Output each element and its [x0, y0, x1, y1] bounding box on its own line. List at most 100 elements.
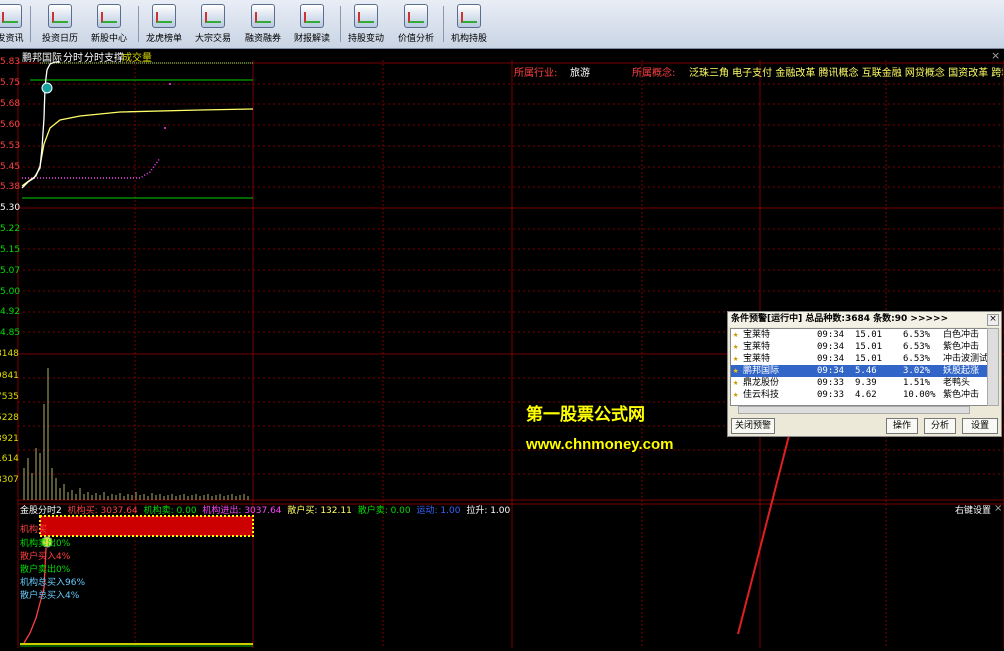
- alert-signal: 紫色冲击: [943, 342, 980, 352]
- toolbar-margin-button[interactable]: 融资融券: [241, 4, 285, 46]
- alert-time: 09:34: [817, 330, 845, 340]
- block-trade-icon: [201, 4, 225, 28]
- alert-vertical-scrollbar[interactable]: [987, 328, 999, 406]
- toolbar-holding-change-button[interactable]: 持股变动: [344, 4, 388, 46]
- industry-value: 旅游: [570, 68, 590, 79]
- toolbar-label: 新股中心: [90, 34, 127, 44]
- alert-signal: 老鸭头: [943, 378, 971, 388]
- alert-row-selected[interactable]: ★ 鹏邦国际 09:34 5.46 3.02% 妖股起涨: [731, 365, 989, 377]
- alert-time: 09:33: [817, 378, 845, 388]
- toolbar: 发资讯 投资日历 新股中心 龙虎榜单 大宗交易 融资融券 财报解读 持股变动 价…: [0, 0, 1004, 49]
- alert-horizontal-scrollbar[interactable]: [738, 406, 970, 414]
- volume-tick: 8148: [0, 349, 19, 359]
- alert-stock-name: 鹏邦国际: [743, 366, 780, 376]
- indicator-line: 散户总买入4%: [20, 591, 80, 601]
- star-icon: ★: [733, 354, 739, 364]
- report-icon: [300, 4, 324, 28]
- alert-signal: 妖股起涨: [943, 366, 980, 376]
- alert-signal: 紫色冲击: [943, 390, 980, 400]
- toolbar-label: 发资讯: [0, 34, 24, 44]
- alert-price: 15.01: [855, 342, 883, 352]
- indicator-close-icon[interactable]: ×: [994, 503, 1002, 514]
- analyze-button[interactable]: 分析: [924, 418, 956, 434]
- toolbar-label: 持股变动: [347, 34, 384, 44]
- alert-stock-name: 宝莱特: [743, 342, 771, 352]
- alert-close-icon[interactable]: ×: [987, 314, 999, 326]
- calendar-icon: [48, 4, 72, 28]
- indicator-title: 金股分时2: [20, 506, 62, 516]
- condition-alert-window[interactable]: 条件预警[运行中] 总品种数:3684 条数:90 >>>>> × ★ 宝莱特 …: [727, 311, 1002, 437]
- toolbar-block-trade-button[interactable]: 大宗交易: [191, 4, 235, 46]
- toolbar-label: 价值分析: [397, 34, 434, 44]
- toolbar-new-stock-button[interactable]: 新股中心: [86, 4, 132, 46]
- tab-intraday-support[interactable]: 分时支撑: [84, 49, 124, 64]
- alert-pct: 6.53%: [903, 330, 931, 340]
- toolbar-calendar-button[interactable]: 投资日历: [38, 4, 82, 46]
- stock-name: 鹏邦国际: [22, 53, 62, 64]
- indicator-line: 机构卖出0%: [20, 539, 71, 549]
- institution-icon: [457, 4, 481, 28]
- alert-price: 15.01: [855, 354, 883, 364]
- alert-time: 09:34: [817, 354, 845, 364]
- toolbar-label: 大宗交易: [194, 34, 231, 44]
- toolbar-separator: [138, 6, 139, 42]
- alert-row[interactable]: ★ 鼎龙股份 09:33 9.39 1.51% 老鸭头: [731, 377, 989, 389]
- volume-tick: 7535: [0, 392, 19, 402]
- toolbar-label: 机构持股: [450, 34, 487, 44]
- alert-stock-name: 佳云科技: [743, 390, 780, 400]
- news-icon: [0, 4, 22, 28]
- tab-intraday[interactable]: 分时: [63, 49, 83, 64]
- close-icon[interactable]: ×: [991, 49, 1000, 62]
- toolbar-report-button[interactable]: 财报解读: [290, 4, 334, 46]
- indicator-line: 机构买: [20, 525, 48, 535]
- toolbar-label: 融资融券: [244, 34, 281, 44]
- right-click-settings[interactable]: 右键设置: [955, 503, 991, 516]
- volume-tick: 8307: [0, 475, 19, 485]
- watermark-title: 第一股票公式网: [526, 405, 645, 424]
- toolbar-news-button[interactable]: 发资讯: [0, 4, 24, 46]
- alert-row[interactable]: ★ 宝莱特 09:34 15.01 6.53% 冲击波测试: [731, 353, 989, 365]
- alert-row[interactable]: ★ 宝莱特 09:34 15.01 6.53% 白色冲击: [731, 329, 989, 341]
- alert-pct: 3.02%: [903, 366, 931, 376]
- alert-pct: 1.51%: [903, 378, 931, 388]
- alert-row[interactable]: ★ 佳云科技 09:33 4.62 10.00% 紫色冲击: [731, 389, 989, 401]
- toolbar-label: 投资日历: [41, 34, 78, 44]
- alert-time: 09:34: [817, 366, 845, 376]
- alert-price: 4.62: [855, 390, 877, 400]
- inst-net-value: 机构进出: 3037.64: [202, 506, 282, 516]
- toolbar-dragon-tiger-button[interactable]: 龙虎榜单: [142, 4, 186, 46]
- average-price-line: [21, 108, 254, 187]
- volume-tick: 5228: [0, 413, 19, 423]
- industry-label: 所属行业:: [514, 68, 558, 79]
- retail-sell-value: 散户卖: 0.00: [357, 506, 411, 516]
- toolbar-label: 财报解读: [293, 34, 330, 44]
- toolbar-label: 龙虎榜单: [145, 34, 182, 44]
- volume-axis: 8148 9841 7535 5228 3921 1614 8307: [0, 48, 19, 508]
- price-marker-icon: [41, 82, 53, 94]
- star-icon: ★: [733, 378, 739, 388]
- toolbar-value-analysis-button[interactable]: 价值分析: [394, 4, 438, 46]
- alert-list[interactable]: ★ 宝莱特 09:34 15.01 6.53% 白色冲击 ★ 宝莱特 09:34…: [730, 328, 990, 406]
- star-icon: ★: [733, 330, 739, 340]
- alert-signal: 白色冲击: [943, 330, 980, 340]
- alert-title: 条件预警[运行中] 总品种数:3684 条数:90 >>>>>: [728, 312, 1001, 327]
- alert-stock-name: 鼎龙股份: [743, 378, 780, 388]
- toolbar-institution-button[interactable]: 机构持股: [447, 4, 491, 46]
- watermark-url: www.chnmoney.com: [526, 436, 674, 453]
- alert-row[interactable]: ★ 宝莱特 09:34 15.01 6.53% 紫色冲击: [731, 341, 989, 353]
- volume-label: 成交量: [122, 53, 152, 64]
- alert-stock-name: 宝莱特: [743, 354, 771, 364]
- alert-settings-button[interactable]: 设置: [962, 418, 998, 434]
- alert-stock-name: 宝莱特: [743, 330, 771, 340]
- close-alert-button[interactable]: 关闭预警: [731, 418, 775, 434]
- signal-dot: [164, 127, 166, 129]
- margin-icon: [251, 4, 275, 28]
- toolbar-separator: [30, 6, 31, 42]
- operate-button[interactable]: 操作: [886, 418, 918, 434]
- alert-signal: 冲击波测试: [943, 354, 989, 364]
- volume-bars: [23, 368, 249, 500]
- toolbar-separator: [340, 6, 341, 42]
- value-analysis-icon: [404, 4, 428, 28]
- concept-label: 所属概念:: [632, 68, 676, 79]
- alert-time: 09:33: [817, 390, 845, 400]
